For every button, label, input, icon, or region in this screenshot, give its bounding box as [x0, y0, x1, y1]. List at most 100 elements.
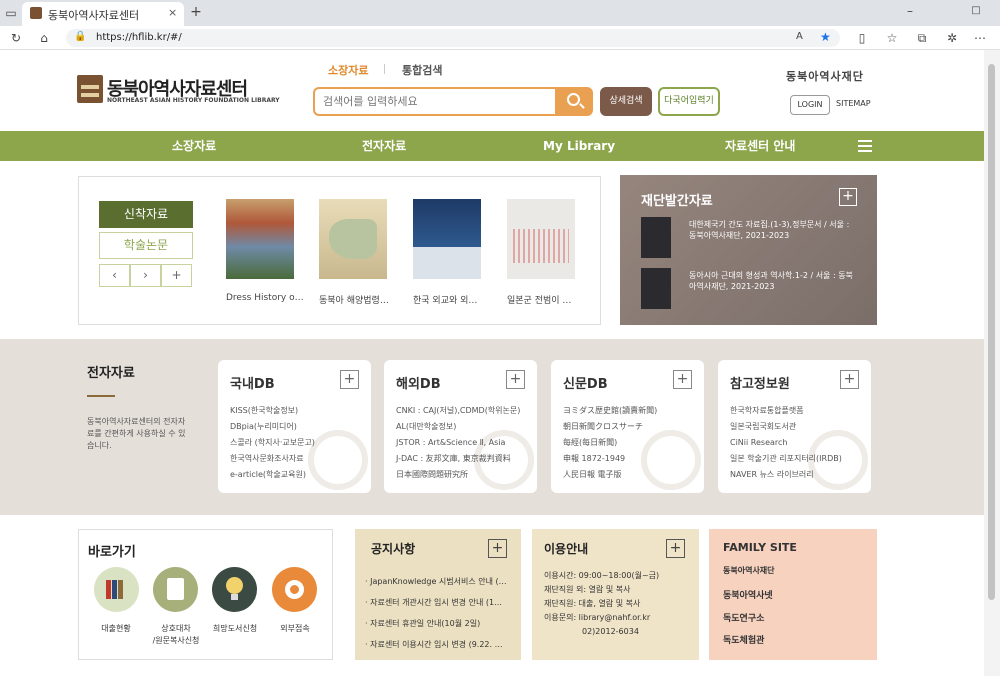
favorites-icon[interactable]: ☆: [884, 31, 900, 45]
card-more-icon[interactable]: +: [673, 370, 692, 389]
notice-item[interactable]: · JapanKnowledge 시범서비스 안내 (…: [365, 571, 515, 592]
gear-icon[interactable]: [272, 567, 317, 612]
lightbulb-icon[interactable]: [212, 567, 257, 612]
overseas-db-card: 해외DB + CNKI : CAJ(저널),CDMD(학위논문) AL(대만학술…: [384, 360, 537, 493]
notice-item[interactable]: · 자료센터 개관시간 임시 변경 안내 (1…: [365, 592, 515, 613]
family-link[interactable]: 독도연구소: [723, 611, 764, 624]
publication-cover[interactable]: [641, 268, 671, 309]
db-link[interactable]: 한국학자료통합플랫폼: [730, 403, 842, 419]
book-title[interactable]: 일본군 전범이 …: [507, 293, 597, 306]
hamburger-menu-icon[interactable]: [858, 140, 872, 152]
notice-item[interactable]: · 자료센터 휴관일 안내(10월 2일): [365, 613, 515, 634]
sitemap-link[interactable]: SITEMAP: [836, 99, 871, 108]
family-link[interactable]: 독도체험관: [723, 633, 764, 646]
card-title: 신문DB: [563, 377, 608, 392]
home-icon[interactable]: ⌂: [36, 31, 52, 45]
new-books-panel: 신착자료 학술논문 ‹ › + Dress History o… 동북아 해양법…: [78, 176, 601, 325]
publication-item[interactable]: 대한제국기 간도 자료집.(1-3),정부문서 / 서울 : 동북아역사재단, …: [689, 219, 859, 241]
tab-academic-papers[interactable]: 학술논문: [99, 232, 193, 259]
nav-my-library[interactable]: My Library: [543, 131, 615, 161]
db-link[interactable]: 朝日新聞クロスサーチ: [563, 419, 657, 435]
usage-more-icon[interactable]: +: [666, 539, 685, 558]
refresh-icon[interactable]: ↻: [8, 31, 24, 45]
db-link[interactable]: NAVER 뉴스 라이브러리: [730, 467, 842, 483]
db-link[interactable]: DBpia(누리미디어): [230, 419, 315, 435]
sidebar-toggle-icon[interactable]: ▭: [3, 6, 19, 20]
card-more-icon[interactable]: +: [506, 370, 525, 389]
tab-integrated-search[interactable]: 통합검색: [402, 62, 442, 78]
new-tab-icon[interactable]: +: [188, 5, 204, 19]
advanced-search-button[interactable]: 상세검색: [600, 87, 652, 116]
nav-center-guide[interactable]: 자료센터 안내: [725, 131, 795, 161]
url-field[interactable]: 🔒 https://hflib.kr/#/ A ★: [66, 29, 840, 47]
tab-divider: [384, 64, 385, 74]
book-title[interactable]: 동북아 해양법령…: [319, 293, 409, 306]
scrollbar-thumb[interactable]: [988, 64, 995, 600]
tab-owned-materials[interactable]: 소장자료: [328, 62, 368, 78]
split-screen-icon[interactable]: ▯: [854, 31, 870, 45]
newspaper-db-card: 신문DB + ヨミダス歴史館(讀賣新聞) 朝日新聞クロスサーチ 每經(每日新聞)…: [551, 360, 704, 493]
book-cover[interactable]: [413, 199, 481, 279]
db-link[interactable]: J-DAC : 友邦文庫, 東京裁判資料: [396, 451, 520, 467]
notice-more-icon[interactable]: +: [488, 539, 507, 558]
maximize-icon[interactable]: □: [968, 4, 984, 18]
nav-owned-materials[interactable]: 소장자료: [172, 131, 216, 161]
search-input[interactable]: [315, 89, 555, 114]
card-more-icon[interactable]: +: [340, 370, 359, 389]
db-link[interactable]: 人民日報 電子版: [563, 467, 657, 483]
notice-item[interactable]: · 자료센터 이용시간 임시 변경 (9.22. …: [365, 634, 515, 655]
next-arrow-icon[interactable]: ›: [130, 264, 161, 287]
book-cover[interactable]: [226, 199, 294, 279]
page-scrollbar[interactable]: [984, 50, 1000, 676]
read-aloud-icon[interactable]: A: [796, 31, 803, 42]
main-nav: 소장자료 전자자료 My Library 자료센터 안내: [0, 131, 984, 161]
db-link[interactable]: CiNii Research: [730, 435, 842, 451]
db-link[interactable]: JSTOR : Art&Science Ⅱ, Asia: [396, 435, 520, 451]
browser-tab[interactable]: 동북아역사자료센터 ×: [22, 2, 184, 26]
login-button[interactable]: LOGIN: [790, 95, 830, 115]
favicon-icon: [30, 7, 42, 19]
db-link[interactable]: AL(대만학술정보): [396, 419, 520, 435]
family-site-title: FAMILY SITE: [723, 541, 797, 554]
db-link[interactable]: ヨミダス歴史館(讀賣新聞): [563, 403, 657, 419]
collections-icon[interactable]: ⧉: [914, 31, 930, 45]
more-icon[interactable]: ⋯: [972, 31, 988, 45]
search-box: [313, 87, 557, 116]
search-button[interactable]: [557, 87, 593, 116]
db-link[interactable]: 每經(每日新聞): [563, 435, 657, 451]
card-more-icon[interactable]: +: [840, 370, 859, 389]
family-link[interactable]: 동북아역사재단: [723, 565, 775, 576]
logo-mark-icon: [77, 75, 103, 103]
book-title[interactable]: 한국 외교와 외…: [413, 293, 503, 306]
books-icon[interactable]: [94, 567, 139, 612]
site-logo[interactable]: 동북아역사자료센터 NORTHEAST ASIAN HISTORY FOUNDA…: [77, 75, 280, 107]
multilingual-input-button[interactable]: 다국어입력기: [658, 87, 720, 116]
nav-e-resources[interactable]: 전자자료: [362, 131, 406, 161]
prev-arrow-icon[interactable]: ‹: [99, 264, 130, 287]
db-link[interactable]: 申報 1872-1949: [563, 451, 657, 467]
more-plus-icon[interactable]: +: [161, 264, 192, 287]
document-icon[interactable]: [153, 567, 198, 612]
extensions-icon[interactable]: ✲: [944, 31, 960, 45]
family-link[interactable]: 동북아역사넷: [723, 588, 773, 601]
close-tab-icon[interactable]: ×: [168, 6, 177, 19]
quick-link-label[interactable]: 외부접속: [260, 623, 330, 635]
db-link[interactable]: CNKI : CAJ(저널),CDMD(학위논문): [396, 403, 520, 419]
minimize-icon[interactable]: –: [902, 4, 918, 18]
publication-cover[interactable]: [641, 217, 671, 258]
book-cover[interactable]: [507, 199, 575, 279]
db-link[interactable]: 일본국립국회도서관: [730, 419, 842, 435]
book-title[interactable]: Dress History o…: [226, 293, 316, 303]
db-link[interactable]: 스콜라 (학지사·교보문고): [230, 435, 315, 451]
publication-item[interactable]: 동아시아 근대의 형성과 역사학.1-2 / 서울 : 동북아역사재단, 202…: [689, 270, 859, 292]
foundation-link[interactable]: 동북아역사재단: [786, 68, 864, 84]
db-link[interactable]: 日本國際問題研究所: [396, 467, 520, 483]
db-link[interactable]: 한국역사문화조사자료: [230, 451, 315, 467]
db-link[interactable]: 일본 학술기관 리포지터리(IRDB): [730, 451, 842, 467]
book-cover[interactable]: [319, 199, 387, 279]
favorite-star-icon[interactable]: ★: [820, 30, 831, 44]
tab-new-arrivals[interactable]: 신착자료: [99, 201, 193, 228]
db-link[interactable]: e-article(학술교육원): [230, 467, 315, 483]
publications-more-icon[interactable]: +: [839, 188, 857, 206]
db-link[interactable]: KISS(한국학술정보): [230, 403, 315, 419]
